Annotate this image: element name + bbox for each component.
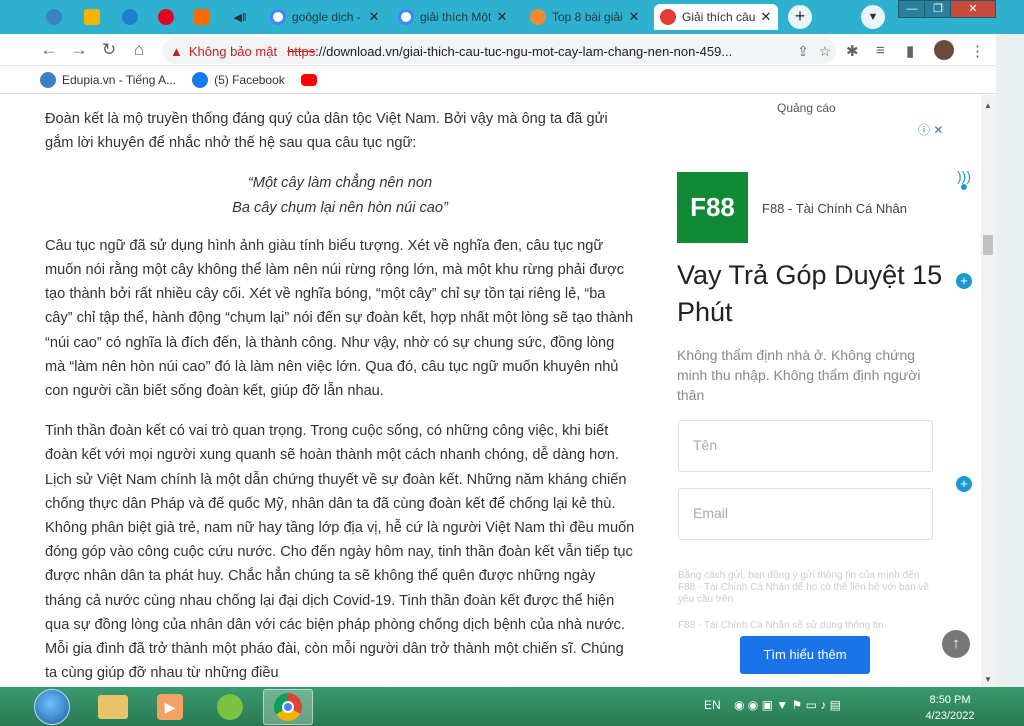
tab-google-dich[interactable]: goôgle dịch - ✕ <box>264 4 386 30</box>
name-field[interactable]: Tên <box>678 420 933 472</box>
warning-icon: ▲ <box>170 43 183 59</box>
arrow-up-icon: ↑ <box>952 635 960 652</box>
not-secure-label[interactable]: Không bảo mật <box>189 44 277 59</box>
extensions-icon[interactable]: ✱ <box>846 42 859 60</box>
tab-pinned-h[interactable] <box>75 4 109 30</box>
ad-description: Không thẩm định nhà ở. Không chứng minh … <box>677 347 921 403</box>
url-text[interactable]: https://download.vn/giai-thich-cau-tuc-n… <box>287 44 792 59</box>
plus-icon[interactable]: + <box>956 273 972 289</box>
window-edge <box>996 34 1024 687</box>
side-panel-icon[interactable]: ▮ <box>906 42 914 60</box>
tray-icons[interactable]: ◉ ◉ ▣ ▼ ⚑ ▭ ♪ ▤ <box>734 698 841 712</box>
tab-top-8-bai-giai[interactable]: Top 8 bài giải ✕ <box>524 4 646 30</box>
close-icon[interactable]: ✕ <box>758 9 774 25</box>
tab-pinned-audio[interactable]: ◀‖ <box>223 4 257 30</box>
edupia-icon <box>40 71 56 88</box>
google-icon <box>398 9 414 25</box>
paragraph: Đoàn kết là mộ truyền thống đáng quý của… <box>45 111 608 152</box>
tab-giai-thich-mot[interactable]: giải thích Một ✕ <box>392 4 514 30</box>
reload-button[interactable]: ↻ <box>98 40 120 62</box>
scroll-up-icon[interactable]: ▲ <box>984 101 992 110</box>
tab-pinned-pinterest[interactable] <box>149 4 183 30</box>
avatar[interactable] <box>934 40 954 60</box>
ad-label: Quảng cáo <box>777 101 836 115</box>
back-button[interactable]: ← <box>38 40 60 62</box>
language-indicator[interactable]: EN <box>704 698 721 712</box>
plus-icon[interactable]: + <box>956 476 972 492</box>
address-bar[interactable]: ▲ Không bảo mật https://download.vn/giai… <box>162 38 836 64</box>
download-site-icon <box>660 9 676 25</box>
chat-icon <box>122 9 138 25</box>
new-tab-button[interactable]: + <box>788 5 812 29</box>
home-icon: ⌂ <box>133 40 145 59</box>
taskbar-app[interactable] <box>205 689 255 725</box>
youtube-icon <box>300 73 317 86</box>
signal-icon[interactable]: ))) ● <box>956 169 972 199</box>
proverb-quote: “Một cây làm chẳng nên non Ba cây chụm l… <box>232 175 448 216</box>
facebook-icon <box>192 71 209 88</box>
tab-search-button[interactable]: ▼ <box>861 5 885 29</box>
email-field[interactable]: Email <box>678 488 933 540</box>
home-button[interactable]: ⌂ <box>128 40 150 62</box>
share-icon[interactable]: ⇪ <box>792 43 814 60</box>
star-icon[interactable]: ☆ <box>814 43 836 60</box>
play-icon: ▶ <box>157 694 183 720</box>
bookmark-facebook[interactable]: (5) Facebook <box>192 71 285 88</box>
tab-strip: ◀‖ goôgle dịch - ✕ giải thích Một ✕ Top … <box>0 0 1024 34</box>
taskbar-explorer[interactable] <box>88 689 138 725</box>
close-window-button[interactable]: ✕ <box>950 0 996 18</box>
taskbar-chrome[interactable] <box>263 689 313 725</box>
advertisement: Quảng cáo ⓘ ✕ F88 F88 - Tài Chính Cá Nhâ… <box>662 95 980 687</box>
learn-more-button[interactable]: Tìm hiểu thêm <box>740 636 870 674</box>
tab-pinned-edupia[interactable] <box>37 4 71 30</box>
ad-disclaimer: Bằng cách gửi, bạn đồng ý gửi thông tin … <box>678 570 929 605</box>
scrollbar-thumb[interactable] <box>983 235 993 255</box>
pinterest-icon <box>158 9 174 25</box>
page-content: Đoàn kết là mộ truyền thống đáng quý của… <box>0 95 1024 687</box>
media-icon[interactable]: ≡ <box>876 42 885 59</box>
speaker-icon: ◀‖ <box>233 11 247 24</box>
paragraph: Câu tục ngữ đã sử dụng hình ảnh giàu tín… <box>45 237 634 400</box>
ad-choices-icon[interactable]: ⓘ ✕ <box>918 121 943 138</box>
ad-brand[interactable]: F88 - Tài Chính Cá Nhân <box>762 201 907 216</box>
close-icon[interactable]: ✕ <box>366 9 382 25</box>
browser-toolbar: ← → ↻ ⌂ ▲ Không bảo mật https://download… <box>0 34 1024 66</box>
arrow-left-icon: ← <box>40 40 58 59</box>
bookmark-edupia[interactable]: Edupia.vn - Tiếng A... <box>40 71 176 88</box>
close-icon[interactable]: ✕ <box>626 9 642 25</box>
paragraph: Tinh thần đoàn kết có vai trò quan trọng… <box>45 423 635 682</box>
chevron-down-icon: ▼ <box>867 11 879 23</box>
bookmark-youtube[interactable] <box>300 73 323 86</box>
article-body: Đoàn kết là mộ truyền thống đáng quý của… <box>45 107 635 687</box>
folder-icon <box>98 695 128 719</box>
kebab-menu-icon[interactable]: ⋮ <box>970 42 985 60</box>
taskbar: ▶ EN ◉ ◉ ▣ ▼ ⚑ ▭ ♪ ▤ 8:50 PM 4/23/2022 <box>0 687 1024 726</box>
f88-logo[interactable]: F88 <box>677 172 748 243</box>
tab-giai-thich-cau[interactable]: Giải thích câu ✕ <box>654 4 778 30</box>
chrome-icon <box>274 693 302 721</box>
forward-button[interactable]: → <box>68 40 90 62</box>
arrow-right-icon: → <box>70 40 88 59</box>
system-clock[interactable]: 8:50 PM 4/23/2022 <box>920 692 980 724</box>
start-button[interactable] <box>34 689 70 725</box>
scroll-top-button[interactable]: ↑ <box>942 630 970 658</box>
reload-icon: ↻ <box>101 40 117 59</box>
ad-headline[interactable]: Vay Trả Góp Duyệt 15 Phút <box>677 257 957 331</box>
close-icon[interactable]: ✕ <box>494 9 510 25</box>
minimize-button[interactable]: — <box>898 0 926 18</box>
edupia-icon <box>46 9 62 25</box>
app-icon <box>217 694 243 720</box>
page-scrollbar[interactable]: ▲ ▼ <box>981 95 996 687</box>
restore-button[interactable]: ❐ <box>924 0 952 18</box>
w-icon <box>194 9 210 25</box>
tab-pinned-w[interactable] <box>185 4 219 30</box>
h-icon <box>84 9 100 25</box>
gear-site-icon <box>530 9 546 25</box>
taskbar-media-player[interactable]: ▶ <box>145 689 195 725</box>
google-icon <box>270 9 286 25</box>
tab-pinned-chat[interactable] <box>113 4 147 30</box>
scroll-down-icon[interactable]: ▼ <box>984 675 992 684</box>
bookmarks-bar: Edupia.vn - Tiếng A... (5) Facebook <box>0 66 1024 94</box>
